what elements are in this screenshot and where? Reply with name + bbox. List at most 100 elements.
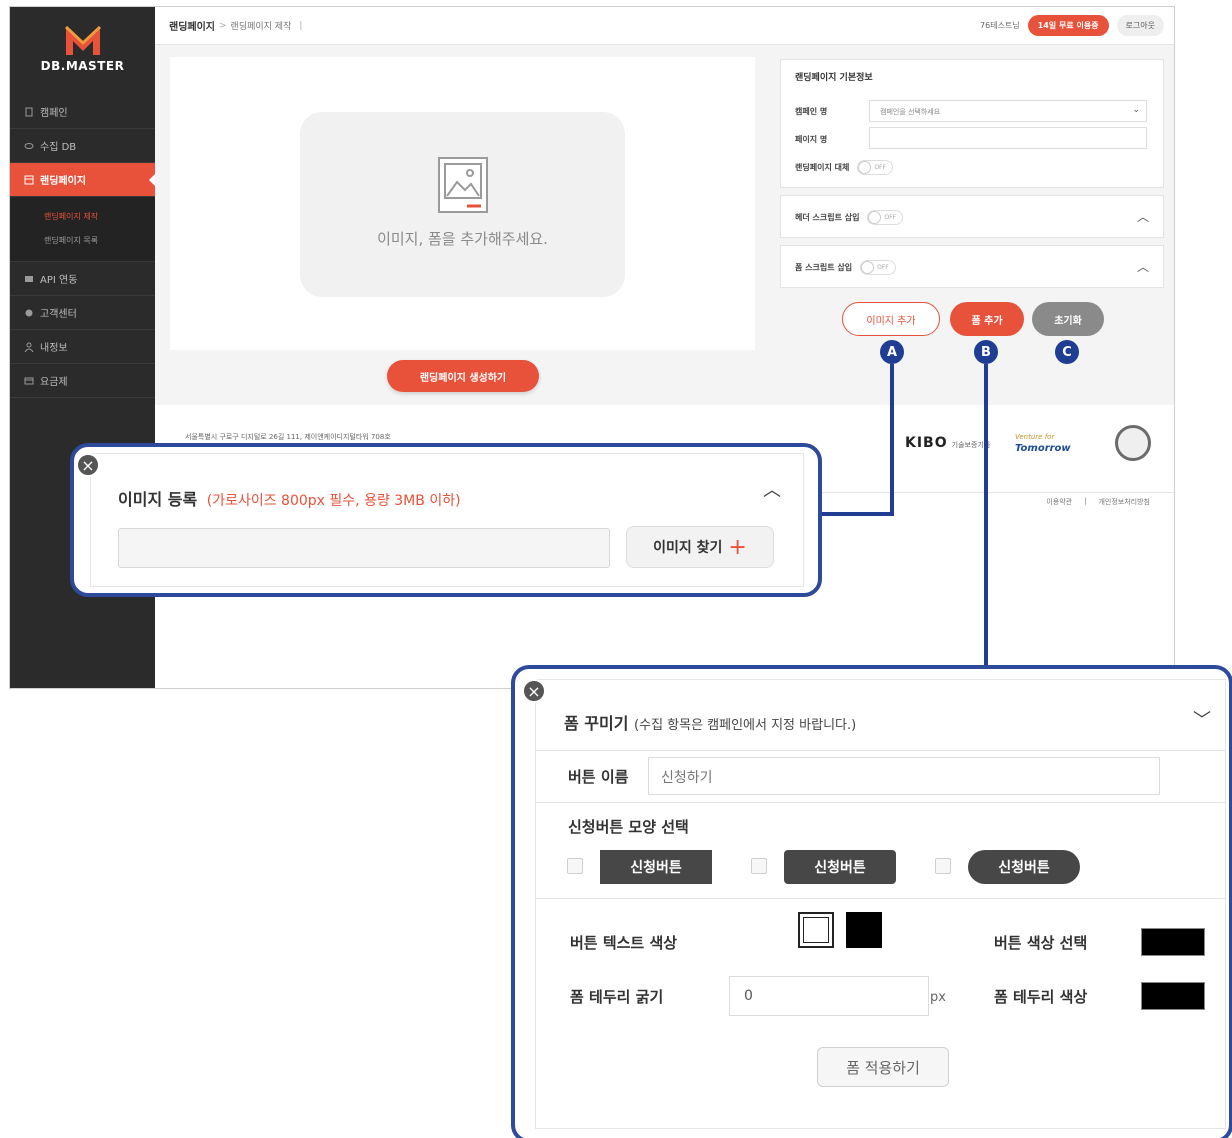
sidebar-item-campaign[interactable]: 캠페인 [10, 95, 155, 129]
shape-option-rounded[interactable]: 신청버튼 [784, 850, 896, 884]
close-icon[interactable]: × [522, 679, 546, 703]
subnav-item-list[interactable]: 랜딩페이지 목록 [44, 229, 155, 253]
apply-form-button[interactable]: 폼 적용하기 [817, 1047, 949, 1087]
subnav-item-create[interactable]: 랜딩페이지 제작 [44, 205, 155, 229]
sidebar-item-label: 내정보 [40, 343, 68, 354]
toggle-state: OFF [877, 264, 889, 271]
sidebar-item-label: API 연동 [40, 275, 78, 286]
campaign-select[interactable]: 캠페인을 선택하세요 ⌄ [869, 100, 1147, 122]
header-script-row: 헤더 스크립트 삽입 OFF [795, 210, 904, 225]
form-style-card: 폼 꾸미기 (수집 항목은 캠페인에서 지정 바랍니다.) ﹀ 버튼 이름 신청… [535, 679, 1226, 1129]
form-script-toggle[interactable]: OFF [860, 260, 897, 275]
callout-a-line-horizontal [822, 512, 894, 516]
shape-checkbox-3[interactable] [935, 858, 951, 874]
border-width-unit: px [930, 990, 946, 1005]
breadcrumb-sub: 랜딩페이지 제작 [230, 22, 292, 32]
callout-c: C [1055, 340, 1079, 364]
kibo-logo: KIBO 기술보증기금 [905, 435, 990, 451]
shape-checkbox-2[interactable] [751, 858, 767, 874]
border-width-input[interactable]: 0 [729, 976, 929, 1016]
sidebar-item-api[interactable]: API 연동 [10, 262, 155, 296]
sidebar-item-db[interactable]: 수집 DB [10, 129, 155, 163]
close-icon[interactable]: × [76, 453, 100, 477]
link-separator: | [1084, 497, 1087, 505]
replace-row: 랜딩페이지 대체 OFF [795, 160, 894, 175]
support-icon [24, 308, 34, 318]
sidebar-item-myinfo[interactable]: 내정보 [10, 330, 155, 364]
replace-toggle[interactable]: OFF [857, 160, 894, 175]
image-register-heading: 이미지 등록 [118, 490, 198, 509]
sidebar-item-label: 수집 DB [40, 142, 77, 153]
logout-button[interactable]: 로그아웃 [1116, 15, 1164, 36]
text-color-black-swatch[interactable] [846, 912, 882, 948]
sidebar-item-support[interactable]: 고객센터 [10, 296, 155, 330]
chevron-up-icon[interactable]: ︿ [1137, 208, 1149, 225]
find-image-label: 이미지 찾기 [653, 540, 723, 556]
kibo-logo-text: KIBO [905, 435, 948, 451]
add-image-button[interactable]: 이미지 추가 [842, 302, 940, 336]
toggle-state: OFF [874, 164, 886, 171]
create-landing-button[interactable]: 랜딩페이지 생성하기 [387, 360, 539, 392]
text-color-white-swatch[interactable] [798, 912, 834, 948]
logo[interactable]: DB.MASTER [10, 23, 155, 73]
form-script-label: 폼 스크립트 삽입 [795, 263, 853, 272]
divider [536, 898, 1225, 899]
terms-link[interactable]: 이용약관 [1046, 497, 1072, 507]
sidebar-item-pricing[interactable]: 요금제 [10, 364, 155, 398]
landing-preview: 이미지, 폼을 추가해주세요. [170, 57, 755, 350]
border-width-label: 폼 테두리 굵기 [570, 988, 664, 1006]
header-script-label: 헤더 스크립트 삽입 [795, 213, 860, 222]
add-form-button[interactable]: 폼 추가 [950, 302, 1024, 336]
footer-links: 이용약관 | 개인정보처리방침 [1046, 497, 1150, 507]
sidebar-subnav: 랜딩페이지 제작 랜딩페이지 목록 [10, 197, 155, 262]
form-style-heading: 폼 꾸미기 [564, 714, 629, 733]
shape-checkbox-1[interactable] [567, 858, 583, 874]
basic-info-panel: 랜딩페이지 기본정보 캠페인 명 캠페인을 선택하세요 ⌄ 페이지 명 랜딩페이… [780, 59, 1164, 188]
venture-bottom: Tomorrow [1015, 443, 1071, 454]
certification-seal-icon [1115, 425, 1151, 461]
basic-info-title: 랜딩페이지 기본정보 [795, 73, 873, 83]
page-name-input[interactable] [869, 127, 1147, 149]
image-file-input[interactable] [118, 528, 610, 568]
document-icon [24, 107, 34, 117]
breadcrumb-main[interactable]: 랜딩페이지 [169, 18, 215, 33]
image-register-title: 이미지 등록 (가로사이즈 800px 필수, 용량 3MB 이하) [118, 486, 461, 510]
privacy-link[interactable]: 개인정보처리방침 [1098, 497, 1150, 507]
find-image-button[interactable]: 이미지 찾기 + [626, 526, 774, 568]
shape-option-pill[interactable]: 신청버튼 [968, 850, 1080, 884]
chevron-up-icon[interactable]: ︿ [763, 476, 781, 502]
breadcrumb-separator: > [219, 20, 227, 31]
button-name-label: 버튼 이름 [568, 768, 629, 786]
plus-icon: + [728, 534, 747, 560]
button-name-input[interactable]: 신청하기 [648, 757, 1160, 795]
button-color-label: 버튼 색상 선택 [994, 934, 1088, 952]
form-style-popup: 폼 꾸미기 (수집 항목은 캠페인에서 지정 바랍니다.) ﹀ 버튼 이름 신청… [511, 665, 1232, 1138]
form-script-panel[interactable]: 폼 스크립트 삽입 OFF ︿ [780, 245, 1164, 288]
landing-icon [24, 175, 34, 185]
trial-badge[interactable]: 14일 무료 이용중 [1027, 15, 1109, 36]
image-placeholder-icon [437, 157, 488, 213]
reset-button[interactable]: 초기화 [1032, 302, 1104, 336]
image-register-note: (가로사이즈 800px 필수, 용량 3MB 이하) [206, 493, 461, 509]
border-color-swatch[interactable] [1141, 982, 1205, 1010]
placeholder-text: 이미지, 폼을 추가해주세요. [377, 230, 548, 248]
toggle-state: OFF [884, 214, 897, 221]
card-icon [24, 376, 34, 386]
callout-b-line [984, 364, 988, 665]
button-color-swatch[interactable] [1141, 928, 1205, 956]
sidebar-item-landing[interactable]: 랜딩페이지 [10, 163, 155, 197]
divider [536, 750, 1225, 751]
header-right: 76테스트님 14일 무료 이용중 로그아웃 [980, 15, 1164, 36]
header-script-panel[interactable]: 헤더 스크립트 삽입 OFF ︿ [780, 195, 1164, 238]
sidebar-item-label: 랜딩페이지 [40, 176, 86, 187]
form-style-note: (수집 항목은 캠페인에서 지정 바랍니다.) [634, 718, 857, 733]
sidebar-item-label: 요금제 [40, 377, 68, 388]
toggle-knob [858, 161, 872, 174]
campaign-label: 캠페인 명 [795, 107, 828, 116]
form-script-row: 폼 스크립트 삽입 OFF [795, 260, 897, 275]
header-script-toggle[interactable]: OFF [867, 210, 904, 225]
chevron-up-icon[interactable]: ︿ [1137, 258, 1149, 275]
breadcrumb-bar: | [299, 20, 303, 31]
shape-option-square[interactable]: 신청버튼 [600, 850, 712, 884]
chevron-down-icon[interactable]: ﹀ [1193, 706, 1211, 732]
